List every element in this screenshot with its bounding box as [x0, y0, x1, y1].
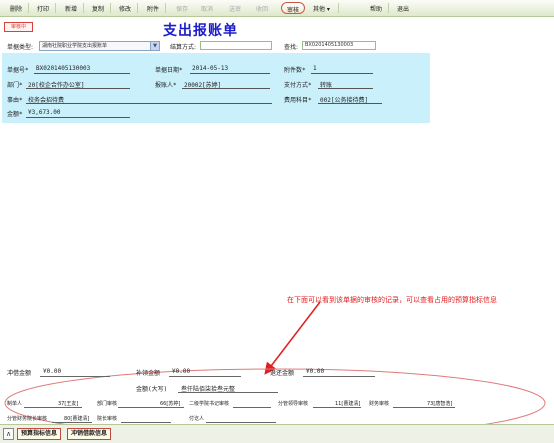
amount-capital-label: 金额(大写): [136, 386, 168, 393]
audit-button[interactable]: 审核: [281, 2, 306, 14]
dept-label: 部门*: [7, 82, 23, 89]
underline: [318, 88, 373, 89]
leader-audit-field[interactable]: 11[曹建清]: [335, 400, 360, 407]
underline: [393, 407, 455, 408]
exit-button[interactable]: 退出: [397, 4, 409, 13]
underline: [178, 392, 278, 393]
bottom-bar: ∧ 预算指标信息 冲销借款信息: [0, 424, 554, 443]
recall-button[interactable]: 收回: [256, 4, 268, 13]
new-button[interactable]: 新增: [65, 4, 77, 13]
reason-label: 事由*: [7, 97, 23, 104]
toolbar: 删除 打印 新增 复制 修改 附件 保存 取消 送审 收回 审核 其他 ▾ 帮助…: [0, 0, 554, 17]
underline: [233, 407, 271, 408]
copy-button[interactable]: 复制: [92, 4, 104, 13]
submit-button[interactable]: 送审: [229, 4, 241, 13]
search-label: 查找:: [284, 44, 299, 51]
underline: [24, 407, 82, 408]
toolbar-separator: [28, 3, 29, 13]
secretary-audit-label: 二级学院书记审核: [189, 401, 230, 407]
prepaid-label: 冲借金额: [7, 370, 32, 377]
loan-offset-button[interactable]: 冲销借款信息: [67, 428, 112, 440]
cancel-button[interactable]: 取消: [201, 4, 213, 13]
leader-audit-label: 分管领导审核: [278, 401, 309, 407]
edit-button[interactable]: 修改: [119, 4, 131, 13]
underline: [121, 422, 171, 423]
finance-audit-label: 财务审核: [369, 401, 390, 407]
doc-type-value: 湖南社院职业学院支出报账单: [42, 43, 108, 49]
claimant-label: 报账人*: [155, 82, 177, 89]
underline: [169, 376, 241, 377]
underline: [303, 376, 375, 377]
help-button[interactable]: 帮助: [370, 4, 382, 13]
doc-no-label: 单据号*: [7, 67, 29, 74]
status-badge: 审核中: [4, 22, 33, 32]
attachment-count-label: 附件数*: [284, 67, 306, 74]
underline: [118, 407, 184, 408]
refund-label: 退还金额: [270, 370, 295, 377]
underline: [26, 88, 130, 89]
doc-no-field[interactable]: BX0201405130003: [36, 65, 90, 72]
dept-audit-field[interactable]: 66[苏婷]: [160, 400, 180, 407]
payment-method-label: 支付方式*: [284, 82, 312, 89]
toolbar-separator: [110, 3, 111, 13]
finance-audit-field[interactable]: 73[唐智浩]: [427, 400, 452, 407]
offset-label: 补领金额: [136, 370, 161, 377]
amount-field[interactable]: ¥3,673.00: [28, 109, 61, 116]
toolbar-separator: [83, 3, 84, 13]
underline: [206, 422, 276, 423]
refund-field[interactable]: ¥0.00: [306, 368, 324, 375]
delete-button[interactable]: 删除: [10, 4, 22, 13]
collapse-chevron-icon[interactable]: ∧: [3, 428, 14, 440]
expense-subject-label: 费用科目*: [284, 97, 312, 104]
maker-field[interactable]: 37[王友]: [58, 400, 78, 407]
doc-type-label: 单据类型:: [7, 44, 34, 51]
underline: [34, 73, 130, 74]
vp-audit-label: 分管财务院长审核: [7, 416, 48, 422]
annotation-text: 在下面可以看到该单据的审核的记录，可以查看占用的预算指标信息: [287, 296, 497, 304]
attachment-count-field[interactable]: 1: [313, 65, 317, 72]
amount-label: 金额*: [7, 111, 23, 118]
underline: [40, 376, 110, 377]
underline: [190, 73, 270, 74]
toolbar-separator: [388, 3, 389, 13]
other-menu-button[interactable]: 其他 ▾: [313, 4, 330, 13]
toolbar-separator: [165, 3, 166, 13]
page-title: 支出报账单: [163, 23, 238, 39]
annotation-arrow: [264, 301, 321, 375]
chevron-down-icon[interactable]: ▼: [150, 42, 159, 50]
search-input[interactable]: BX0201405130003: [302, 41, 376, 50]
underline: [26, 103, 272, 104]
budget-info-button[interactable]: 预算指标信息: [17, 428, 62, 440]
dept-audit-label: 部门审核: [97, 401, 118, 407]
toolbar-separator: [55, 3, 56, 13]
underline: [26, 117, 130, 118]
payee-label: 付讫人: [189, 416, 205, 422]
toolbar-separator: [338, 3, 339, 13]
settle-method-label: 结算方式:: [170, 44, 197, 51]
underline: [182, 88, 270, 89]
underline: [311, 73, 373, 74]
save-button[interactable]: 保存: [176, 4, 188, 13]
settle-method-field[interactable]: [200, 41, 272, 50]
underline: [52, 422, 92, 423]
underline: [313, 407, 361, 408]
doc-date-label: 单据日期*: [155, 67, 183, 74]
doc-date-field[interactable]: 2014-05-13: [192, 65, 228, 72]
president-audit-label: 院长审核: [97, 416, 118, 422]
maker-label: 制单人: [7, 401, 23, 407]
offset-field[interactable]: ¥0.00: [172, 368, 190, 375]
vp-audit-field[interactable]: 80[曹建清]: [64, 415, 89, 422]
toolbar-separator: [137, 3, 138, 13]
doc-type-select[interactable]: 湖南社院职业学院支出报账单 ▼: [39, 41, 160, 51]
underline: [318, 103, 382, 104]
attachment-button[interactable]: 附件: [147, 4, 159, 13]
prepaid-field[interactable]: ¥0.00: [43, 368, 61, 375]
print-button[interactable]: 打印: [37, 4, 49, 13]
